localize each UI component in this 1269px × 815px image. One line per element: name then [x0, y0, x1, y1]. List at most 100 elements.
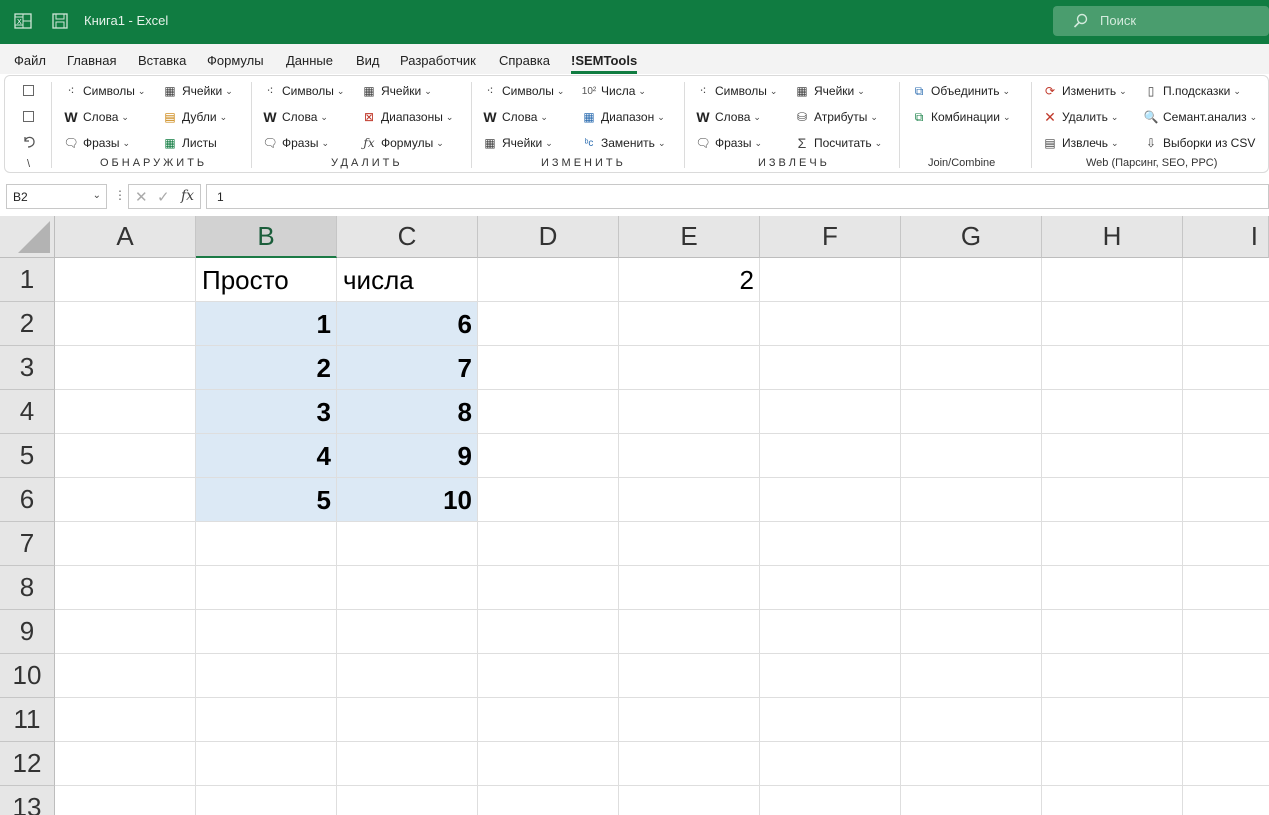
remove-words-button[interactable]: W Слова ⌄ — [262, 108, 328, 126]
tab-file[interactable]: Файл — [14, 53, 46, 68]
remove-phrases-button[interactable]: 🗨 Фразы ⌄ — [262, 134, 329, 152]
column-header-a[interactable]: A — [55, 216, 196, 258]
option-checkbox-2[interactable] — [23, 111, 34, 122]
chevron-down-icon: ⌄ — [753, 111, 761, 122]
row-header-4[interactable]: 4 — [0, 390, 55, 434]
tab-help[interactable]: Справка — [499, 53, 550, 68]
row-header-12[interactable]: 12 — [0, 742, 55, 786]
option-checkbox-1[interactable] — [23, 85, 34, 96]
chevron-down-icon: ⌄ — [1002, 111, 1011, 122]
extract-phrases-button[interactable]: 🗨 Фразы ⌄ — [695, 134, 762, 152]
cell-b6[interactable]: 5 — [196, 478, 337, 522]
speech-bubble-icon: 🗨 — [695, 136, 711, 150]
extract-symbols-button[interactable]: ⁖ Символы ⌄ — [695, 82, 777, 100]
cell-b4[interactable]: 3 — [196, 390, 337, 434]
name-box[interactable]: B2 ⌄ — [6, 184, 107, 209]
save-icon[interactable] — [51, 12, 69, 30]
cell-c1[interactable]: числа — [337, 258, 478, 302]
change-words-button[interactable]: W Слова ⌄ — [482, 108, 548, 126]
change-range-button[interactable]: ▦ Диапазон ⌄ — [581, 108, 664, 126]
join-combinations-button[interactable]: ⧉ Комбинации ⌄ — [911, 108, 1011, 126]
detect-phrases-button[interactable]: 🗨 Фразы ⌄ — [63, 134, 130, 152]
cell-c5[interactable]: 9 — [337, 434, 478, 478]
detect-words-button[interactable]: W Слова ⌄ — [63, 108, 129, 126]
extract-count-button[interactable]: Σ Посчитать ⌄ — [794, 134, 883, 152]
cell-b5[interactable]: 4 — [196, 434, 337, 478]
row-header-7[interactable]: 7 — [0, 522, 55, 566]
row-header-11[interactable]: 11 — [0, 698, 55, 742]
remove-symbols-button[interactable]: ⁖ Символы ⌄ — [262, 82, 344, 100]
tab-home[interactable]: Главная — [67, 53, 116, 68]
column-header-f[interactable]: F — [760, 216, 901, 258]
chevron-down-icon: ⌄ — [657, 137, 666, 148]
chevron-down-icon: ⌄ — [638, 85, 646, 96]
extract-cells-button[interactable]: ▦ Ячейки ⌄ — [794, 82, 864, 100]
change-cells-button[interactable]: ▦ Ячейки ⌄ — [482, 134, 552, 152]
confirm-icon[interactable]: ✓ — [157, 188, 170, 206]
row-header-13[interactable]: 13 — [0, 786, 55, 815]
select-all-button[interactable] — [0, 216, 55, 258]
cell-c3[interactable]: 7 — [337, 346, 478, 390]
search-box[interactable]: Поиск — [1053, 6, 1269, 36]
tab-developer[interactable]: Разработчик — [400, 53, 476, 68]
extract-words-button[interactable]: W Слова ⌄ — [695, 108, 761, 126]
cell-b1[interactable]: Просто — [196, 258, 337, 302]
tab-formulas[interactable]: Формулы — [207, 53, 264, 68]
column-header-b[interactable]: B — [196, 216, 337, 258]
close-icon: ✕ — [1044, 108, 1056, 125]
replace-icon: ᵇc — [584, 137, 594, 149]
undo-icon[interactable] — [21, 133, 37, 149]
remove-formulas-button[interactable]: ƒx Формулы ⌄ — [361, 134, 443, 152]
speech-bubble-icon: 🗨 — [63, 136, 79, 150]
row-header-3[interactable]: 3 — [0, 346, 55, 390]
web-csv-button[interactable]: ⇩ Выборки из CSV — [1143, 134, 1255, 152]
column-header-c[interactable]: C — [337, 216, 478, 258]
tab-data[interactable]: Данные — [286, 53, 333, 68]
remove-ranges-button[interactable]: ⊠ Диапазоны ⌄ — [361, 108, 453, 126]
column-header-e[interactable]: E — [619, 216, 760, 258]
chevron-down-icon: ⌄ — [1002, 85, 1011, 96]
row-header-10[interactable]: 10 — [0, 654, 55, 698]
chevron-down-icon: ⌄ — [321, 137, 330, 148]
row-header-2[interactable]: 2 — [0, 302, 55, 346]
cell-b2[interactable]: 1 — [196, 302, 337, 346]
formula-input[interactable]: 1 — [206, 184, 1269, 209]
tab-semtools[interactable]: !SEMTools — [571, 53, 638, 74]
web-extract-button[interactable]: ▤ Извлечь ⌄ — [1042, 134, 1118, 152]
web-delete-button[interactable]: ✕ Удалить ⌄ — [1042, 108, 1118, 126]
column-header-i[interactable]: I — [1183, 216, 1269, 258]
detect-symbols-button[interactable]: ⁖ Символы ⌄ — [63, 82, 145, 100]
cell-c6[interactable]: 10 — [337, 478, 478, 522]
cell-b3[interactable]: 2 — [196, 346, 337, 390]
more-options-icon[interactable]: ⋮ — [114, 188, 126, 202]
row-header-6[interactable]: 6 — [0, 478, 55, 522]
extract-attributes-button[interactable]: ⛁ Атрибуты ⌄ — [794, 108, 878, 126]
web-change-button[interactable]: ⟳ Изменить ⌄ — [1042, 82, 1127, 100]
cancel-icon[interactable]: ✕ — [135, 188, 148, 206]
web-semantic-button[interactable]: 🔍 Семант.анализ ⌄ — [1143, 108, 1258, 126]
join-merge-button[interactable]: ⧉ Объединить ⌄ — [911, 82, 1010, 100]
detect-cells-button[interactable]: ▦ Ячейки ⌄ — [162, 82, 233, 100]
web-suggestions-button[interactable]: ▯ П.подсказки ⌄ — [1143, 82, 1241, 100]
chevron-down-icon: ⌄ — [137, 85, 146, 96]
cell-e1[interactable]: 2 — [619, 258, 760, 302]
column-header-d[interactable]: D — [478, 216, 619, 258]
change-replace-button[interactable]: ᵇc Заменить ⌄ — [581, 134, 666, 152]
remove-cells-button[interactable]: ▦ Ячейки ⌄ — [361, 82, 431, 100]
insert-function-icon[interactable]: fx — [181, 188, 194, 204]
row-header-8[interactable]: 8 — [0, 566, 55, 610]
change-numbers-button[interactable]: 10² Числа ⌄ — [581, 82, 646, 100]
chevron-down-icon: ⌄ — [225, 85, 233, 96]
tab-view[interactable]: Вид — [356, 53, 380, 68]
column-header-h[interactable]: H — [1042, 216, 1183, 258]
detect-sheets-button[interactable]: ▦ Листы — [162, 134, 216, 152]
detect-duplicates-button[interactable]: ▤ Дубли ⌄ — [162, 108, 227, 126]
row-header-5[interactable]: 5 — [0, 434, 55, 478]
cell-c2[interactable]: 6 — [337, 302, 478, 346]
row-header-9[interactable]: 9 — [0, 610, 55, 654]
cell-c4[interactable]: 8 — [337, 390, 478, 434]
column-header-g[interactable]: G — [901, 216, 1042, 258]
change-symbols-button[interactable]: ⁖ Символы ⌄ — [482, 82, 564, 100]
tab-insert[interactable]: Вставка — [138, 53, 186, 68]
row-header-1[interactable]: 1 — [0, 258, 55, 302]
